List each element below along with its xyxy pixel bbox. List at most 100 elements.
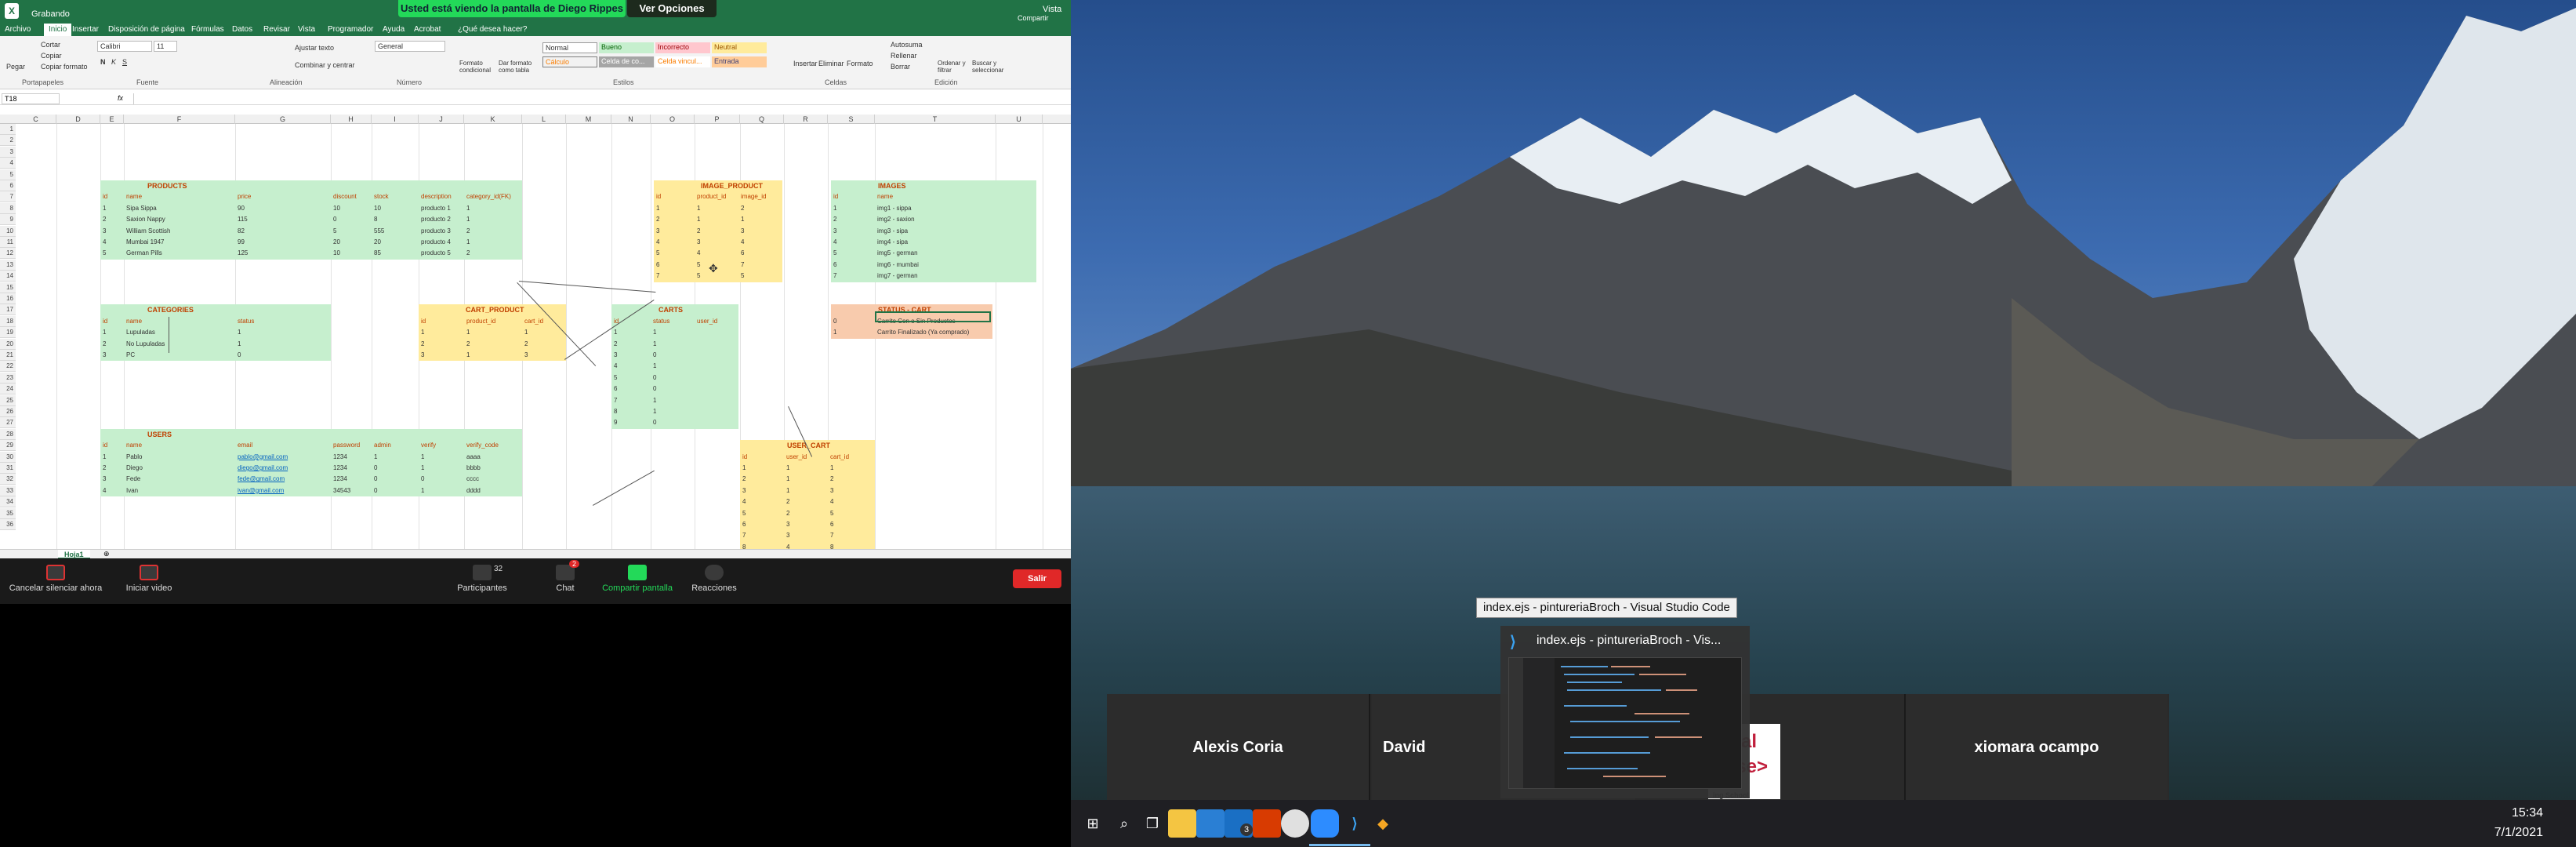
selected-cell[interactable] [875,311,991,322]
table-cell[interactable]: 7 [831,271,875,282]
table-cell[interactable]: PC [124,350,235,362]
table-cell[interactable]: 1 [784,485,828,497]
format-as-table-button[interactable]: Dar formato como tabla [499,60,538,74]
table-cell[interactable] [695,350,738,362]
table-cell[interactable]: Lupuladas [124,327,235,339]
table-cell[interactable]: 1 [464,350,522,362]
table-cell[interactable]: 125 [235,248,331,260]
table-cell[interactable]: 5 [331,225,372,237]
row-header[interactable]: 3 [0,146,16,158]
table-cell[interactable]: 3 [100,225,124,237]
conditional-format-button[interactable]: Formato condicional [459,60,494,74]
table-header-cell[interactable]: image_id [738,191,782,203]
menu-item-0[interactable]: Archivo [5,25,31,34]
table-cell[interactable]: 2 [611,338,651,350]
table-header-cell[interactable]: verify [419,440,464,452]
table-cell[interactable]: 1 [522,327,566,339]
table-header-cell[interactable]: id [611,315,651,328]
row-header[interactable]: 25 [0,394,16,406]
table-cell[interactable]: 4 [740,496,784,508]
table-cell[interactable]: 10 [331,248,372,260]
gallery-tile-alexis[interactable]: Alexis Coria [1107,694,1370,802]
table-cell[interactable]: 1 [651,361,695,373]
table-header-cell[interactable]: price [235,191,331,203]
spreadsheet-grid[interactable]: CDEFGHIJKLMNOPQRSTU 1 2 3 4 5 6 7 8 9 10 11 12 13 14 1… [0,115,1071,558]
row-header[interactable]: 23 [0,372,16,384]
row-header[interactable]: 26 [0,406,16,417]
sheet-tab-hoja1[interactable]: Hoja1 [58,550,90,558]
table-cell[interactable]: 1 [831,327,875,339]
table-cell[interactable]: 6 [740,519,784,531]
row-header[interactable]: 31 [0,463,16,474]
table-cell[interactable]: 1 [654,202,695,215]
table-cell[interactable]: producto 3 [419,225,464,237]
chrome-icon[interactable] [1281,809,1309,838]
table-cell[interactable]: Fede [124,474,235,485]
share-label[interactable]: Compartir [1018,14,1049,22]
underline-button[interactable]: S [122,58,127,66]
find-select-button[interactable]: Buscar y seleccionar [972,60,1008,74]
zoom-icon[interactable] [1311,809,1339,838]
mail-icon[interactable]: 3 [1225,809,1253,838]
table-cell[interactable] [695,361,738,373]
cut-button[interactable]: Cortar [41,41,60,49]
table-header-cell[interactable]: id [419,315,464,328]
view-label[interactable]: Vista [1043,5,1061,14]
column-header[interactable]: U [996,115,1043,124]
table-cell[interactable]: 1 [651,394,695,406]
table-header-cell[interactable]: status [651,315,695,328]
table-cell[interactable]: 9 [611,417,651,429]
row-header[interactable]: 18 [0,315,16,327]
style-good[interactable]: Bueno [599,42,654,53]
clock-time[interactable]: 15:34 [2512,806,2543,820]
row-header[interactable]: 16 [0,293,16,304]
table-cell[interactable]: 10 [331,202,372,215]
table-cell[interactable] [695,327,738,339]
table-cell[interactable]: 2 [522,338,566,350]
table-cell[interactable]: 2 [784,507,828,519]
table-title-products[interactable]: PRODUCTS [100,180,522,192]
table-cell[interactable]: 3 [654,225,695,237]
table-cell[interactable]: 1 [419,451,464,463]
table-cell[interactable]: German Pills [124,248,235,260]
row-header[interactable]: 22 [0,361,16,373]
table-cell[interactable]: 7 [738,259,782,271]
menu-item-9[interactable]: Ayuda [383,25,405,34]
table-cell[interactable]: Sipa Sippa [124,202,235,215]
table-cell[interactable]: 0 [331,214,372,226]
row-header[interactable]: 8 [0,202,16,214]
vscode-taskbar-icon[interactable]: ⟩ [1341,809,1369,838]
column-header[interactable]: L [522,115,566,124]
column-header[interactable]: N [611,115,651,124]
table-header-cell[interactable]: cart_id [828,451,875,463]
table-cell[interactable]: 4 [695,248,738,260]
share-screen-button[interactable]: Compartir pantalla [594,565,680,593]
table-cell[interactable]: fede@gmail.com [235,474,331,485]
table-cell[interactable]: 5 [738,271,782,282]
table-cell[interactable]: 2 [464,248,522,260]
table-cell[interactable]: 85 [372,248,419,260]
table-cell[interactable]: 1 [100,451,124,463]
table-cell[interactable]: 2 [464,225,522,237]
menu-item-11[interactable]: ¿Qué desea hacer? [458,25,527,34]
style-check-cell[interactable]: Celda de co... [599,56,654,67]
row-header[interactable]: 15 [0,282,16,293]
table-cell[interactable]: Mumbai 1947 [124,237,235,249]
table-cell[interactable]: 7 [654,271,695,282]
row-header[interactable]: 4 [0,158,16,169]
table-cell[interactable]: 1 [611,327,651,339]
table-cell[interactable]: 20 [331,237,372,249]
table-cell[interactable]: 3 [419,350,464,362]
style-normal[interactable]: Normal [542,42,597,53]
table-cell[interactable]: 4 [654,237,695,249]
table-cell[interactable]: 6 [654,259,695,271]
menu-item-3[interactable]: Disposición de página [108,25,185,34]
column-header[interactable]: J [419,115,464,124]
table-cell[interactable] [695,338,738,350]
table-cell[interactable]: 99 [235,237,331,249]
table-cell[interactable]: 0 [651,417,695,429]
table-cell[interactable]: producto 1 [419,202,464,215]
table-cell[interactable]: img3 - sipa [875,225,1036,237]
table-cell[interactable]: 1 [464,237,522,249]
table-cell[interactable]: 4 [831,237,875,249]
